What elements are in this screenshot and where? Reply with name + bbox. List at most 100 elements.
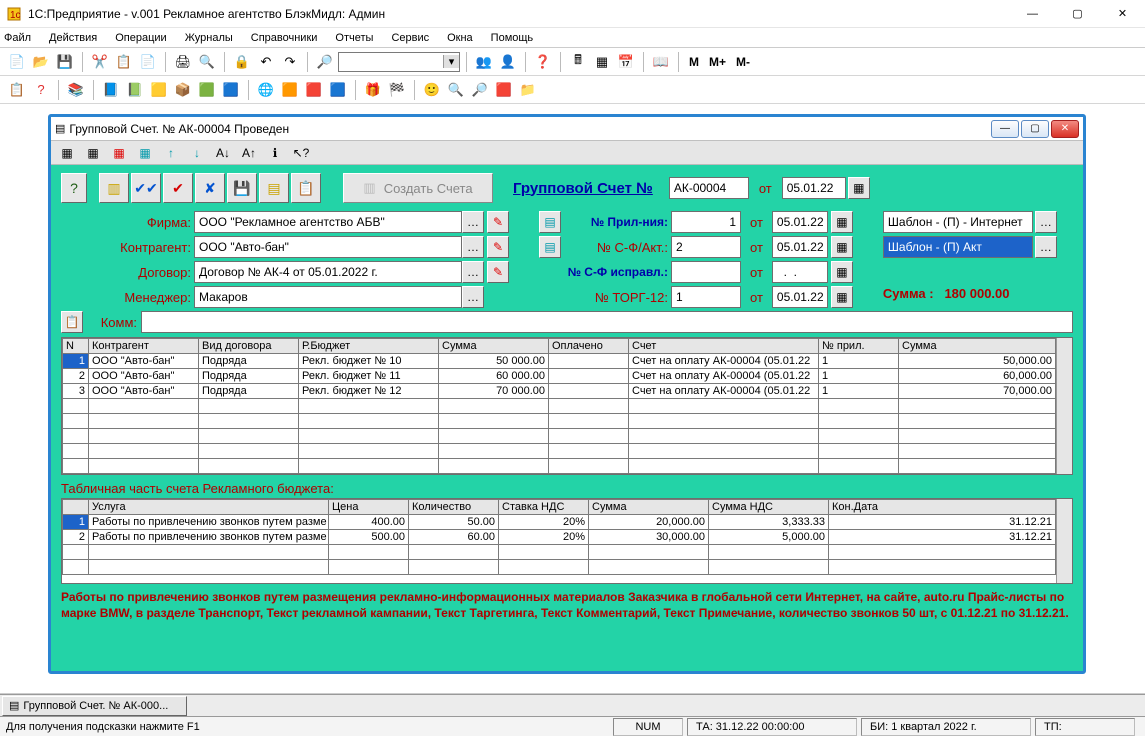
lock-button[interactable]: 🔒	[231, 51, 253, 73]
m-plus-button[interactable]: М+	[705, 55, 730, 69]
mdi-tb-newline[interactable]: ▦	[57, 143, 77, 163]
m-button[interactable]: М	[685, 55, 703, 69]
torg-calendar-button[interactable]: ▦	[831, 286, 853, 308]
copy-button[interactable]: 📋	[113, 51, 135, 73]
paste-button[interactable]: 📄	[137, 51, 159, 73]
window-minimize-button[interactable]: —	[1010, 0, 1055, 28]
komm-copy-button[interactable]: 📋	[61, 311, 83, 333]
hdr-copy-button[interactable]: 📋	[291, 173, 321, 203]
mdi-tb-delline[interactable]: ▦	[109, 143, 129, 163]
mdi-maximize-button[interactable]: ▢	[1021, 120, 1049, 138]
sfakt-calendar-button[interactable]: ▦	[831, 236, 853, 258]
find-combo[interactable]: ▾	[338, 52, 460, 72]
table-row[interactable]: 1Работы по привлечению звонков путем раз…	[63, 515, 1056, 530]
budget-table[interactable]: Услуга ЦенаКоличество Ставка НДССумма Су…	[62, 499, 1056, 575]
pril-number-input[interactable]	[671, 211, 741, 233]
document-title-link[interactable]: Групповой Счет №	[513, 180, 653, 197]
tb2-doc1-button[interactable]: 🟨	[148, 79, 170, 101]
create-invoices-button[interactable]: ▥ Создать Счета	[343, 173, 493, 203]
hdr-cancel-button[interactable]: ✘	[195, 173, 225, 203]
people-button[interactable]: 👥	[473, 51, 495, 73]
sfisp-number-input[interactable]	[671, 261, 741, 283]
firm-input[interactable]	[194, 211, 462, 233]
table-row[interactable]: 3ООО "Авто-бан"ПодрядаРекл. бюджет № 127…	[63, 384, 1056, 399]
manager-select-button[interactable]: …	[462, 286, 484, 308]
table-row[interactable]	[63, 459, 1056, 474]
menu-journals[interactable]: Журналы	[185, 32, 233, 44]
m-minus-button[interactable]: М-	[732, 55, 754, 69]
sfakt-date-input[interactable]	[772, 236, 828, 258]
menu-help[interactable]: Помощь	[491, 32, 534, 44]
sfakt-number-input[interactable]	[671, 236, 741, 258]
mdi-tb-cursor[interactable]: ↖?	[291, 143, 311, 163]
hdr-journal-button[interactable]: ▥	[99, 173, 129, 203]
template-act[interactable]: Шаблон - (П) Акт	[883, 236, 1033, 258]
help-button[interactable]: ❓	[532, 51, 554, 73]
new-doc-button[interactable]: 📄	[6, 51, 28, 73]
dogovor-edit-button[interactable]: ✎	[487, 261, 509, 283]
mdi-minimize-button[interactable]: —	[991, 120, 1019, 138]
mdi-tb-down[interactable]: ↓	[187, 143, 207, 163]
mdi-close-button[interactable]: ✕	[1051, 120, 1079, 138]
table-row[interactable]	[63, 560, 1056, 575]
menu-file[interactable]: Файл	[4, 32, 31, 44]
redo-button[interactable]: ↷	[279, 51, 301, 73]
pril-sheet-button[interactable]: ▤	[539, 211, 561, 233]
contragent-select-button[interactable]: …	[462, 236, 484, 258]
menu-windows[interactable]: Окна	[447, 32, 473, 44]
torg-number-input[interactable]	[671, 286, 741, 308]
table-row[interactable]: 2Работы по привлечению звонков путем раз…	[63, 530, 1056, 545]
mdi-tb-up[interactable]: ↑	[161, 143, 181, 163]
pril-calendar-button[interactable]: ▦	[831, 211, 853, 233]
template-internet-select[interactable]: …	[1035, 211, 1057, 233]
table-row[interactable]	[63, 429, 1056, 444]
pril-date-input[interactable]	[772, 211, 828, 233]
budget-scrollbar[interactable]	[1056, 499, 1072, 583]
doc-date-calendar-button[interactable]: ▦	[848, 177, 870, 199]
tb2-book2-button[interactable]: 📗	[124, 79, 146, 101]
calc-button[interactable]: 🖩	[567, 51, 589, 73]
contracts-scrollbar[interactable]	[1056, 338, 1072, 474]
table-button[interactable]: ▦	[591, 51, 613, 73]
doc-date-input[interactable]	[782, 177, 846, 199]
firm-select-button[interactable]: …	[462, 211, 484, 233]
cut-button[interactable]: ✂️	[89, 51, 111, 73]
mdi-tb-sort-asc[interactable]: A↓	[213, 143, 233, 163]
contragent-edit-button[interactable]: ✎	[487, 236, 509, 258]
open-button[interactable]: 📂	[30, 51, 52, 73]
tb2-red-button[interactable]: 🟥	[493, 79, 515, 101]
table-row[interactable]	[63, 444, 1056, 459]
menu-actions[interactable]: Действия	[49, 32, 97, 44]
hdr-approve-all-button[interactable]: ✔✔	[131, 173, 161, 203]
window-close-button[interactable]: ✕	[1100, 0, 1145, 28]
find-button[interactable]: 🔎	[314, 51, 336, 73]
menu-references[interactable]: Справочники	[251, 32, 318, 44]
table-row[interactable]	[63, 545, 1056, 560]
torg-date-input[interactable]	[772, 286, 828, 308]
person-button[interactable]: 👤	[497, 51, 519, 73]
contracts-table[interactable]: NКонтрагент Вид договораР.Бюджет СуммаОп…	[62, 338, 1056, 474]
tb2-gift-button[interactable]: 🎁	[362, 79, 384, 101]
tb2-folder2-button[interactable]: 📁	[517, 79, 539, 101]
save-button[interactable]: 💾	[54, 51, 76, 73]
template-act-select[interactable]: …	[1035, 236, 1057, 258]
hdr-help-button[interactable]: ?	[61, 173, 87, 203]
mdi-tb-sort-desc[interactable]: A↑	[239, 143, 259, 163]
window-maximize-button[interactable]: ▢	[1055, 0, 1100, 28]
komm-input[interactable]	[141, 311, 1073, 333]
tb2-reference-button[interactable]: 📚	[65, 79, 87, 101]
mdi-taskbar-item[interactable]: ▤ Групповой Счет. № АК-000...	[2, 696, 187, 716]
tb2-card3-button[interactable]: 🟦	[327, 79, 349, 101]
preview-button[interactable]: 🔍	[196, 51, 218, 73]
mdi-tb-refresh[interactable]: ▦	[135, 143, 155, 163]
mdi-tb-copyline[interactable]: ▦	[83, 143, 103, 163]
tb2-box-button[interactable]: 📦	[172, 79, 194, 101]
tb2-search2-button[interactable]: 🔎	[469, 79, 491, 101]
menu-operations[interactable]: Операции	[115, 32, 166, 44]
tb2-sheet-button[interactable]: 📋	[6, 79, 28, 101]
hdr-approve-button[interactable]: ✔	[163, 173, 193, 203]
sfakt-sheet-button[interactable]: ▤	[539, 236, 561, 258]
tb2-search-button[interactable]: 🔍	[445, 79, 467, 101]
tb2-card2-button[interactable]: 🟥	[303, 79, 325, 101]
sfisp-calendar-button[interactable]: ▦	[831, 261, 853, 283]
